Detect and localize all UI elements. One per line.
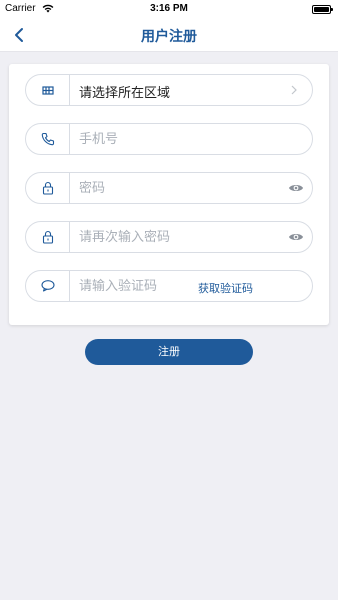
page-title: 用户注册 [141,29,197,45]
register-screen: Carrier 3:16 PM 用户注册 请选择所在区域 手机号 请输入验证码 … [0,0,338,600]
register-form-card: 请选择所在区域 手机号 请输入验证码 获取验证码 [9,64,329,325]
password-icon-cell [26,173,70,203]
region-icon-cell [26,75,70,105]
password-input[interactable] [79,178,279,198]
eye-icon[interactable] [288,182,304,194]
message-icon [41,280,55,292]
verification-code-input[interactable] [79,276,189,296]
code-icon-cell [26,271,70,301]
lock-icon [42,230,54,244]
region-icon [42,86,54,95]
register-button[interactable]: 注册 [85,339,253,365]
battery-icon [312,5,333,14]
confirm-password-field [25,221,313,253]
status-time: 3:16 PM [150,3,188,14]
password-field [25,172,313,204]
lock-icon [42,181,54,195]
phone-icon [41,132,55,146]
phone-input[interactable] [79,129,279,149]
confirm-password-input[interactable] [79,227,279,247]
get-code-button[interactable]: 获取验证码 [198,280,253,296]
region-label: 请选择所在区域 [79,86,171,101]
phone-field [25,123,313,155]
eye-icon[interactable] [288,231,304,243]
phone-icon-cell [26,124,70,154]
confirm-password-icon-cell [26,222,70,252]
chevron-right-icon[interactable] [290,85,298,95]
region-select[interactable]: 请选择所在区域 [25,74,313,106]
nav-bar: 用户注册 [0,18,338,52]
status-bar: Carrier 3:16 PM [0,0,338,18]
verification-code-field: 获取验证码 [25,270,313,302]
